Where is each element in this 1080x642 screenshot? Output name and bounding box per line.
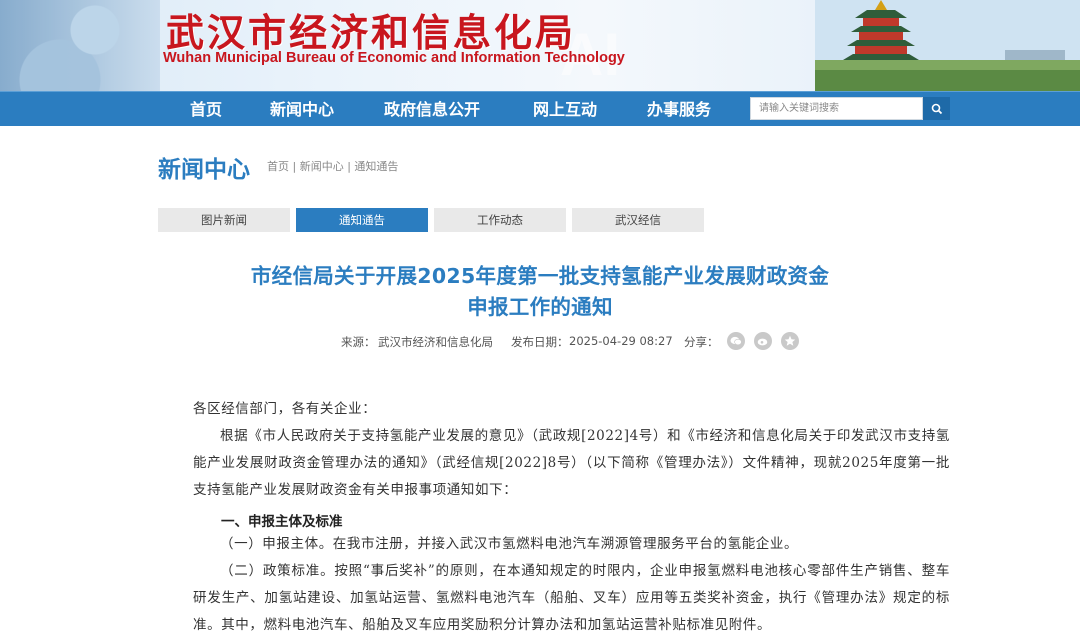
nav-news-center[interactable]: 新闻中心: [270, 92, 334, 127]
header-banner: AI 武汉市经济和信息化局 Wuhan Municipal Bureau of …: [0, 0, 1080, 91]
nav-interaction[interactable]: 网上互动: [533, 92, 597, 127]
paragraph-1: 根据《市人民政府关于支持氢能产业发展的意见》（武政规[2022]4号）和《市经济…: [193, 428, 950, 498]
breadcrumb-home[interactable]: 首页: [267, 160, 289, 173]
search-button[interactable]: [923, 97, 950, 120]
tab-work-updates[interactable]: 工作动态: [434, 208, 566, 232]
article-title-line1: 市经信局关于开展2025年度第一批支持氢能产业发展财政资金: [250, 264, 830, 288]
breadcrumb-news-center[interactable]: 新闻中心: [300, 160, 344, 173]
weibo-icon[interactable]: [754, 332, 772, 350]
paragraph-2: （一）申报主体。在我市注册，并接入武汉市氢燃料电池汽车溯源管理服务平台的氢能企业…: [220, 536, 799, 552]
yellow-crane-tower-illustration: [815, 0, 1080, 91]
breadcrumb-separator: |: [289, 160, 300, 173]
salutation: 各区经信部门，各有关企业：: [193, 401, 377, 417]
share-label: 分享：: [684, 335, 719, 349]
search-input[interactable]: [750, 97, 923, 120]
site-title[interactable]: 武汉市经济和信息化局: [166, 2, 576, 57]
source-value: 武汉市经济和信息化局: [378, 335, 493, 349]
publish-date: 2025-04-29 08:27: [569, 334, 673, 348]
tab-notices[interactable]: 通知通告: [296, 208, 428, 232]
tab-picture-news[interactable]: 图片新闻: [158, 208, 290, 232]
breadcrumb-separator: |: [343, 160, 355, 173]
section-title: 新闻中心: [158, 157, 250, 183]
date-label: 发布日期：: [511, 335, 569, 349]
search-icon: [931, 103, 942, 114]
paragraph-3: （二）政策标准。按照“事后奖补”的原则，在本通知规定的时限内，企业申报氢燃料电池…: [193, 563, 950, 633]
breadcrumb-notices[interactable]: 通知通告: [354, 160, 398, 173]
article-title-line2: 申报工作的通知: [467, 295, 613, 319]
site-title-en: Wuhan Municipal Bureau of Economic and I…: [163, 50, 625, 66]
wechat-icon[interactable]: [727, 332, 745, 350]
tab-wuhan-jingxin[interactable]: 武汉经信: [572, 208, 704, 232]
nav-services[interactable]: 办事服务: [647, 92, 711, 127]
nav-home[interactable]: 首页: [190, 92, 222, 127]
breadcrumb: 首页 | 新闻中心 | 通知通告: [267, 158, 398, 174]
qzone-icon[interactable]: [781, 332, 799, 350]
heading-1: 一、申报主体及标准: [221, 514, 343, 530]
robot-illustration: [0, 0, 160, 91]
source-label: 来源：: [341, 335, 376, 349]
nav-gov-info[interactable]: 政府信息公开: [384, 92, 480, 127]
